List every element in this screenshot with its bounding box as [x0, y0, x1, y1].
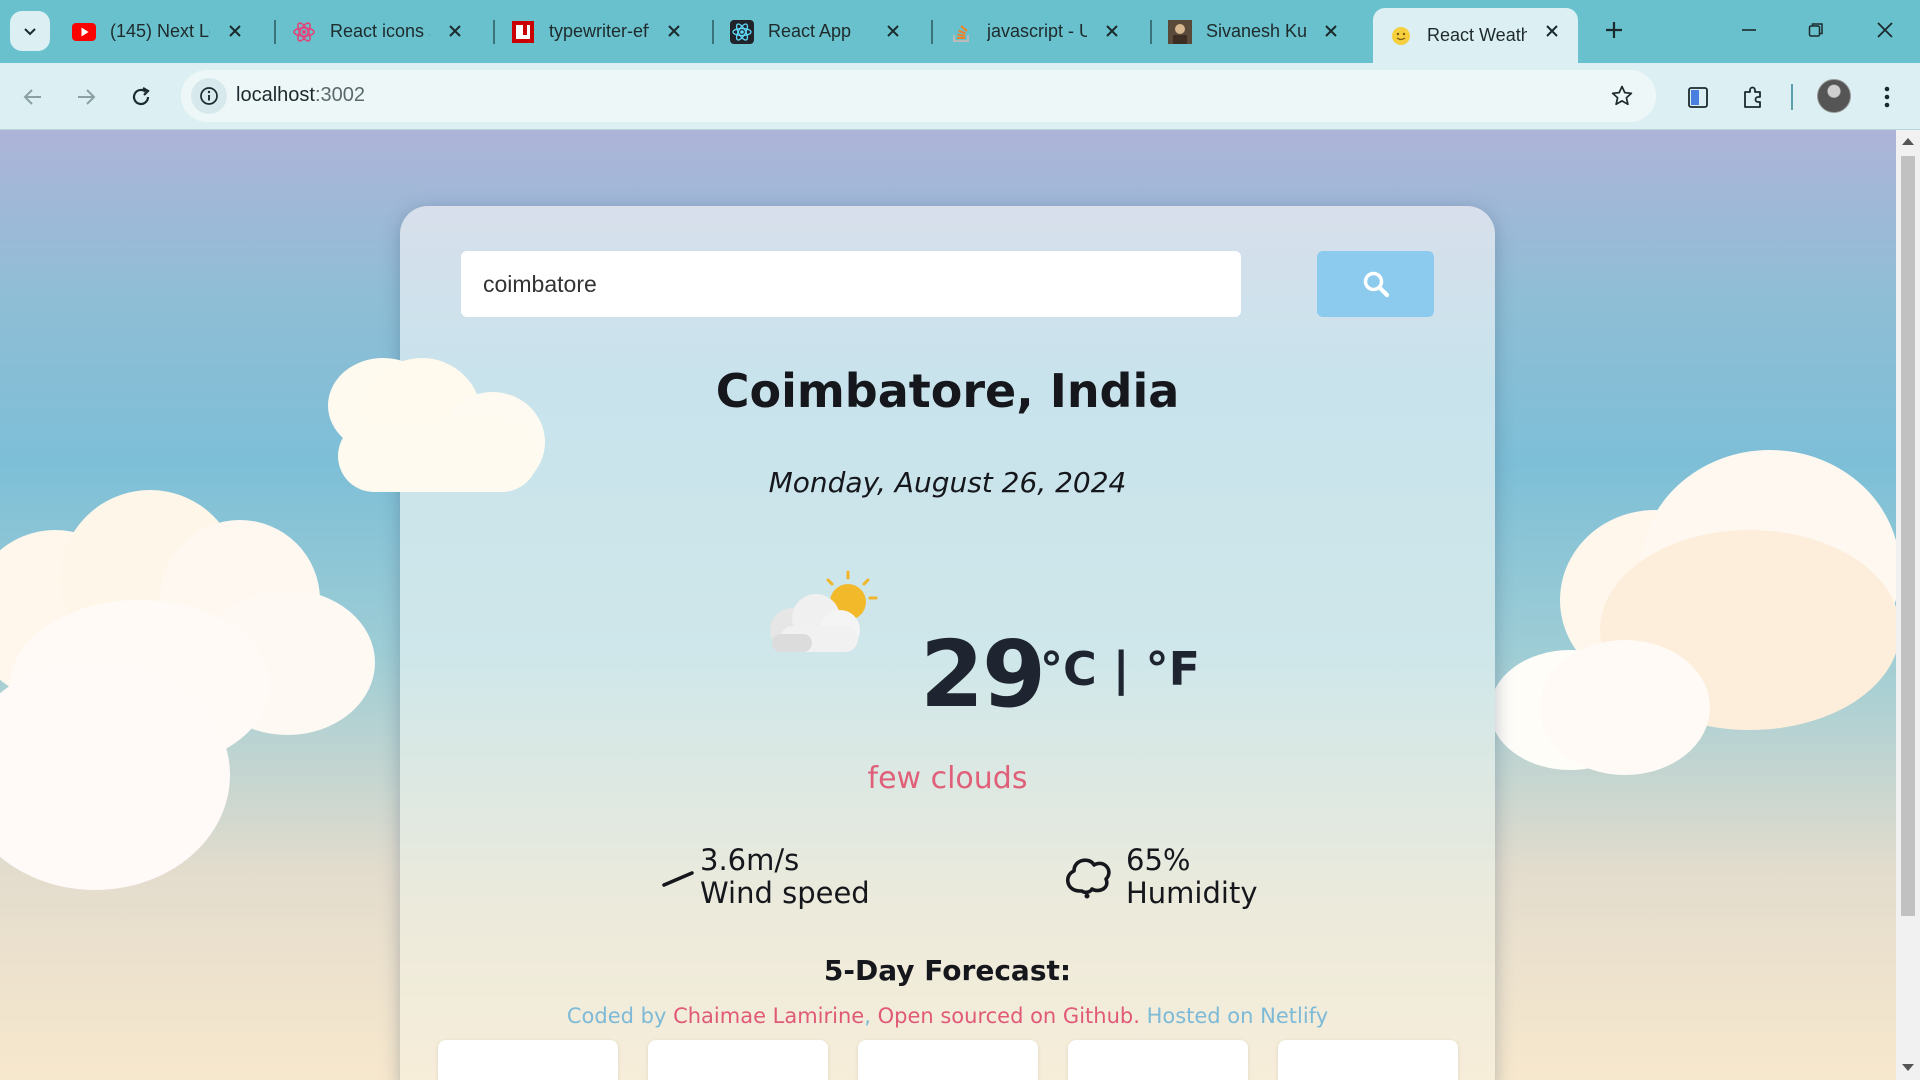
url-port: :3002: [314, 84, 365, 106]
url-host: localhost: [236, 84, 315, 106]
humidity-stat: 65% Humidity: [1060, 844, 1258, 910]
browser-toolbar: localhost:3002: [0, 63, 1920, 130]
humidity-label: Humidity: [1126, 876, 1258, 910]
partly-cloudy-icon: [770, 570, 878, 652]
profile-avatar[interactable]: [1817, 79, 1851, 113]
wind-speed-value: 3.6m/s: [700, 843, 800, 877]
toolbar-divider: [1791, 84, 1793, 110]
temperature-value: 29: [920, 621, 1046, 728]
bookmark-star-icon[interactable]: [1608, 82, 1636, 110]
weather-description: few clouds: [867, 761, 1028, 796]
wind-speed-label: Wind speed: [700, 876, 870, 910]
credits-footer: Coded by Chaimae Lamirine, Open sourced …: [400, 1004, 1495, 1028]
credits-coded-by: Coded by: [566, 1004, 674, 1028]
forward-button[interactable]: [68, 79, 104, 115]
close-icon[interactable]: [225, 21, 245, 41]
close-icon: [1877, 22, 1893, 38]
close-icon[interactable]: [1542, 21, 1562, 41]
back-button[interactable]: [15, 79, 51, 115]
scroll-up-arrow[interactable]: [1902, 138, 1914, 145]
tab-title: typewriter-effe: [549, 21, 649, 41]
wind-stat: 3.6m/s Wind speed: [658, 844, 870, 910]
url-text[interactable]: localhost:3002: [236, 84, 365, 107]
react-icon: [292, 20, 316, 44]
tab-title: javascript - Ur: [987, 21, 1087, 41]
tab-react-icons[interactable]: React icons se: [276, 8, 481, 55]
plus-icon: [1606, 22, 1622, 38]
github-link[interactable]: Open sourced on Github.: [878, 1004, 1140, 1028]
tab-react-weather[interactable]: React Weather: [1373, 8, 1578, 63]
new-tab-button[interactable]: [1598, 14, 1630, 46]
current-date: Monday, August 26, 2024: [768, 466, 1127, 499]
city-search-input[interactable]: [461, 251, 1241, 317]
search-button[interactable]: [1317, 251, 1434, 317]
forecast-day-card: [438, 1040, 618, 1080]
humidity-value: 65%: [1126, 843, 1191, 877]
page-viewport: Coimbatore, India Monday, August 26, 202…: [0, 130, 1896, 1080]
tab-title: Sivanesh Kum: [1206, 21, 1306, 41]
arrow-right-icon: [78, 89, 96, 105]
close-icon[interactable]: [1102, 21, 1122, 41]
more-menu-icon[interactable]: [1870, 80, 1904, 114]
forecast-day-card: [648, 1040, 828, 1080]
weather-card: Coimbatore, India Monday, August 26, 202…: [400, 206, 1495, 1080]
tab-search-button[interactable]: [10, 11, 50, 51]
profile-favicon: [1168, 19, 1192, 44]
forecast-day-card: [858, 1040, 1038, 1080]
close-icon[interactable]: [664, 21, 684, 41]
address-bar[interactable]: localhost:3002: [181, 70, 1656, 122]
chevron-down-icon: [24, 28, 36, 36]
npm-icon: [511, 20, 535, 44]
arrow-left-icon: [23, 89, 41, 105]
netlify-link[interactable]: Hosted on Netlify: [1140, 1004, 1329, 1028]
site-info-icon[interactable]: [191, 78, 227, 114]
close-icon[interactable]: [1321, 21, 1341, 41]
reload-icon: [132, 87, 150, 106]
city-name: Coimbatore, India: [715, 364, 1180, 418]
tab-react-app[interactable]: React App: [714, 8, 919, 55]
stackoverflow-icon: [949, 20, 973, 44]
humidity-icon: [1066, 858, 1111, 899]
tab-youtube[interactable]: (145) Next Lev: [56, 8, 261, 55]
youtube-icon: [72, 20, 96, 44]
tab-title: React Weather: [1427, 25, 1527, 45]
forecast-day-card: [1278, 1040, 1458, 1080]
scroll-down-arrow[interactable]: [1902, 1064, 1914, 1071]
tab-stackoverflow[interactable]: javascript - Ur: [933, 8, 1138, 55]
tab-title: React App: [768, 21, 852, 41]
tab-profile[interactable]: Sivanesh Kum: [1152, 8, 1357, 55]
tab-npm[interactable]: typewriter-effe: [495, 8, 700, 55]
credits-comma: ,: [864, 1004, 878, 1028]
restore-icon: [1808, 23, 1823, 37]
minimize-icon: [1742, 29, 1756, 31]
close-icon[interactable]: [445, 21, 465, 41]
tab-title: (145) Next Lev: [110, 21, 210, 41]
scrollbar-thumb[interactable]: [1901, 156, 1915, 916]
react-icon: [730, 19, 754, 44]
author-link[interactable]: Chaimae Lamirine: [673, 1004, 864, 1028]
minimize-button[interactable]: [1727, 12, 1771, 48]
sun-favicon: [1389, 24, 1413, 48]
search-icon: [1363, 271, 1389, 298]
tab-strip: (145) Next Lev React icons se typewriter…: [0, 0, 1920, 63]
restore-button[interactable]: [1794, 12, 1838, 48]
extensions-icon[interactable]: [1736, 80, 1770, 114]
reload-button[interactable]: [123, 79, 159, 115]
tab-title: React icons se: [330, 21, 430, 41]
page-scrollbar[interactable]: [1896, 130, 1920, 1080]
temperature-unit-toggle[interactable]: °C | °F: [1040, 642, 1200, 696]
close-icon[interactable]: [883, 21, 903, 41]
reading-mode-icon[interactable]: [1681, 80, 1715, 114]
wind-icon: [662, 871, 694, 887]
forecast-day-card: [1068, 1040, 1248, 1080]
close-window-button[interactable]: [1863, 12, 1907, 48]
forecast-heading: 5-Day Forecast:: [823, 954, 1072, 987]
